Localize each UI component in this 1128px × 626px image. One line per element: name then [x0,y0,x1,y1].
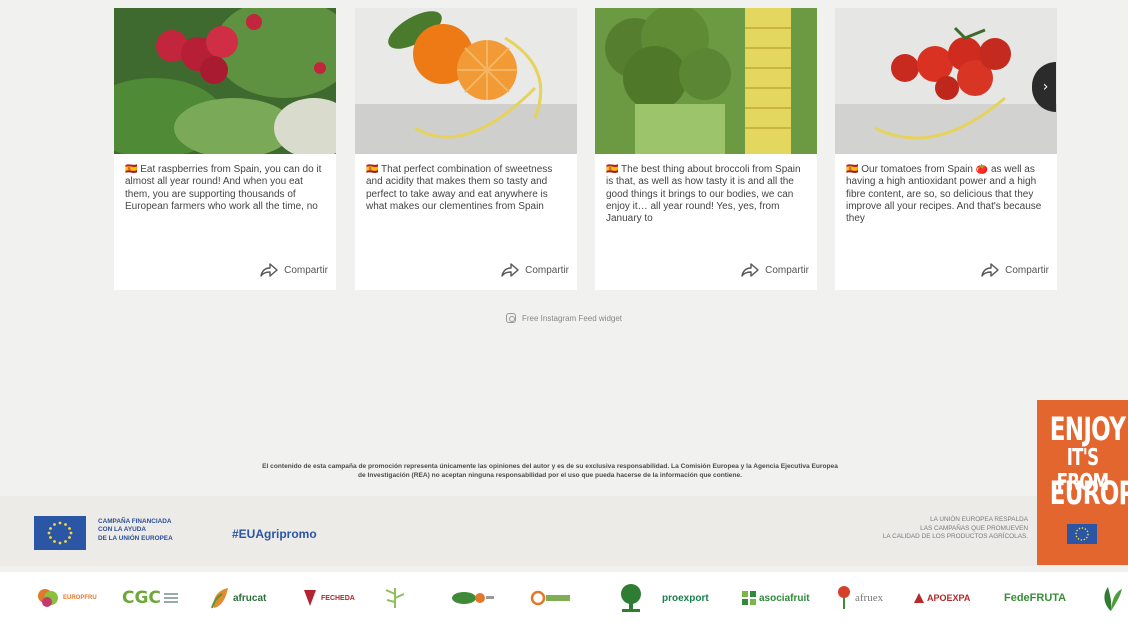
partner-logo[interactable]: APOEXPA [914,582,970,614]
eu-support-line: LA CALIDAD DE LOS PRODUCTOS AGRÍCOLAS. [882,533,1028,541]
disclaimer-line: El contenido de esta campaña de promoció… [262,463,838,470]
campaign-hashtag[interactable]: #EUAgripromo [232,527,317,541]
share-label: Compartir [284,264,328,276]
partner-name: APOEXPA [927,593,971,603]
partner-logo[interactable] [450,582,494,614]
partner-logos-strip: EUROPFRU CGC afrucat FECHEDA proexport a… [0,572,1128,626]
chevron-right-icon: › [1042,79,1049,95]
broccoli-photo[interactable] [595,8,817,154]
disclaimer: El contenido de esta campaña de promoció… [120,462,980,480]
enjoy-logo-line: EUROPE [1049,474,1128,512]
card-caption: 🇪🇸 Our tomatoes from Spain 🍅 as well as … [846,164,1042,225]
share-button[interactable]: Compartir [741,262,809,278]
partner-logo[interactable]: afruex [836,582,883,614]
emblem-icon [304,590,316,606]
eu-funding-line: CAMPAÑA FINANCIADA [98,518,172,525]
partner-logo[interactable]: CGC [122,582,178,614]
partner-logo[interactable]: afrucat [210,582,266,614]
raspberries-photo[interactable] [114,8,336,154]
eu-funding-text: CAMPAÑA FINANCIADA CON LA AYUDA DE LA UN… [98,518,218,543]
share-icon [260,263,278,277]
partner-logo[interactable] [1098,582,1124,614]
enjoy-its-from-europe-logo[interactable]: ENJOY IT'S FROM EUROPE [1037,400,1128,565]
partner-name: CGC [122,588,161,608]
partner-name: EUROPFRU [63,595,97,601]
plant-icon [385,588,405,608]
leaf-icon [742,591,756,605]
instagram-feed: 🇪🇸 Eat raspberries from Spain, you can d… [114,8,1057,290]
share-icon [501,263,519,277]
partner-name: FedeFRUTA [1004,592,1067,604]
share-label: Compartir [525,264,569,276]
triangle-icon [914,593,924,603]
eu-support-line: LAS CAMPAÑAS QUE PROMUEVEN [920,524,1028,532]
feed-card-clementines[interactable]: 🇪🇸 That perfect combination of sweetness… [355,8,577,290]
feed-widget-credit-text: Free Instagram Feed widget [521,313,623,323]
fruit-logo-icon [452,592,494,604]
clementines-photo[interactable] [355,8,577,154]
leaf-icon [1104,587,1122,611]
tree-icon [621,584,641,612]
share-label: Compartir [1005,264,1049,276]
fruit-logo-icon [530,590,570,606]
card-caption: 🇪🇸 That perfect combination of sweetness… [366,164,553,212]
feed-widget-credit[interactable]: Free Instagram Feed widget [0,313,1128,323]
partner-logo[interactable] [618,582,644,614]
feed-card-tomatoes[interactable]: 🇪🇸 Our tomatoes from Spain 🍅 as well as … [835,8,1057,290]
eu-funding-band: CAMPAÑA FINANCIADA CON LA AYUDA DE LA UN… [0,496,1128,566]
eu-flag-icon [34,516,86,550]
eu-flag-icon [1067,524,1097,544]
tomatoes-photo[interactable] [835,8,1057,154]
partner-logo[interactable]: FECHEDA [302,582,355,614]
share-button[interactable]: Compartir [260,262,328,278]
partner-name: FECHEDA [321,594,355,602]
partner-logo[interactable]: EUROPFRU [36,582,97,614]
share-label: Compartir [765,264,809,276]
card-caption: 🇪🇸 The best thing about broccoli from Sp… [606,164,801,225]
share-icon [981,263,999,277]
instagram-icon [505,313,516,323]
leaf-icon [211,588,228,609]
partner-name: afrucat [233,592,267,604]
feed-card-broccoli[interactable]: 🇪🇸 The best thing about broccoli from Sp… [595,8,817,290]
disclaimer-line: de Investigación (REA) no aceptan ningun… [358,472,742,479]
stripes-icon [163,593,178,603]
partner-logo[interactable] [530,582,570,614]
partner-logo[interactable]: proexport [662,582,709,614]
feed-card-raspberries[interactable]: 🇪🇸 Eat raspberries from Spain, you can d… [114,8,336,290]
partner-logo[interactable]: asociafruit [742,582,810,614]
fruit-logo-icon [838,586,850,609]
enjoy-logo-line: ENJOY [1049,410,1126,448]
share-button[interactable]: Compartir [501,262,569,278]
partner-name: afruex [855,592,884,604]
partner-logo[interactable]: FedeFRUTA [1004,582,1066,614]
eu-funding-line: DE LA UNIÓN EUROPEA [98,534,173,542]
card-caption: 🇪🇸 Eat raspberries from Spain, you can d… [125,164,322,212]
eu-support-text: LA UNIÓN EUROPEA RESPALDA LAS CAMPAÑAS Q… [788,516,1028,542]
partner-name: asociafruit [759,592,810,604]
eu-support-line: LA UNIÓN EUROPEA RESPALDA [930,516,1028,523]
partner-name: proexport [662,592,709,604]
share-button[interactable]: Compartir [981,262,1049,278]
eu-funding-line: CON LA AYUDA [98,526,146,534]
fruit-logo-icon [38,589,58,607]
partner-logo[interactable] [380,582,410,614]
share-icon [741,263,759,277]
